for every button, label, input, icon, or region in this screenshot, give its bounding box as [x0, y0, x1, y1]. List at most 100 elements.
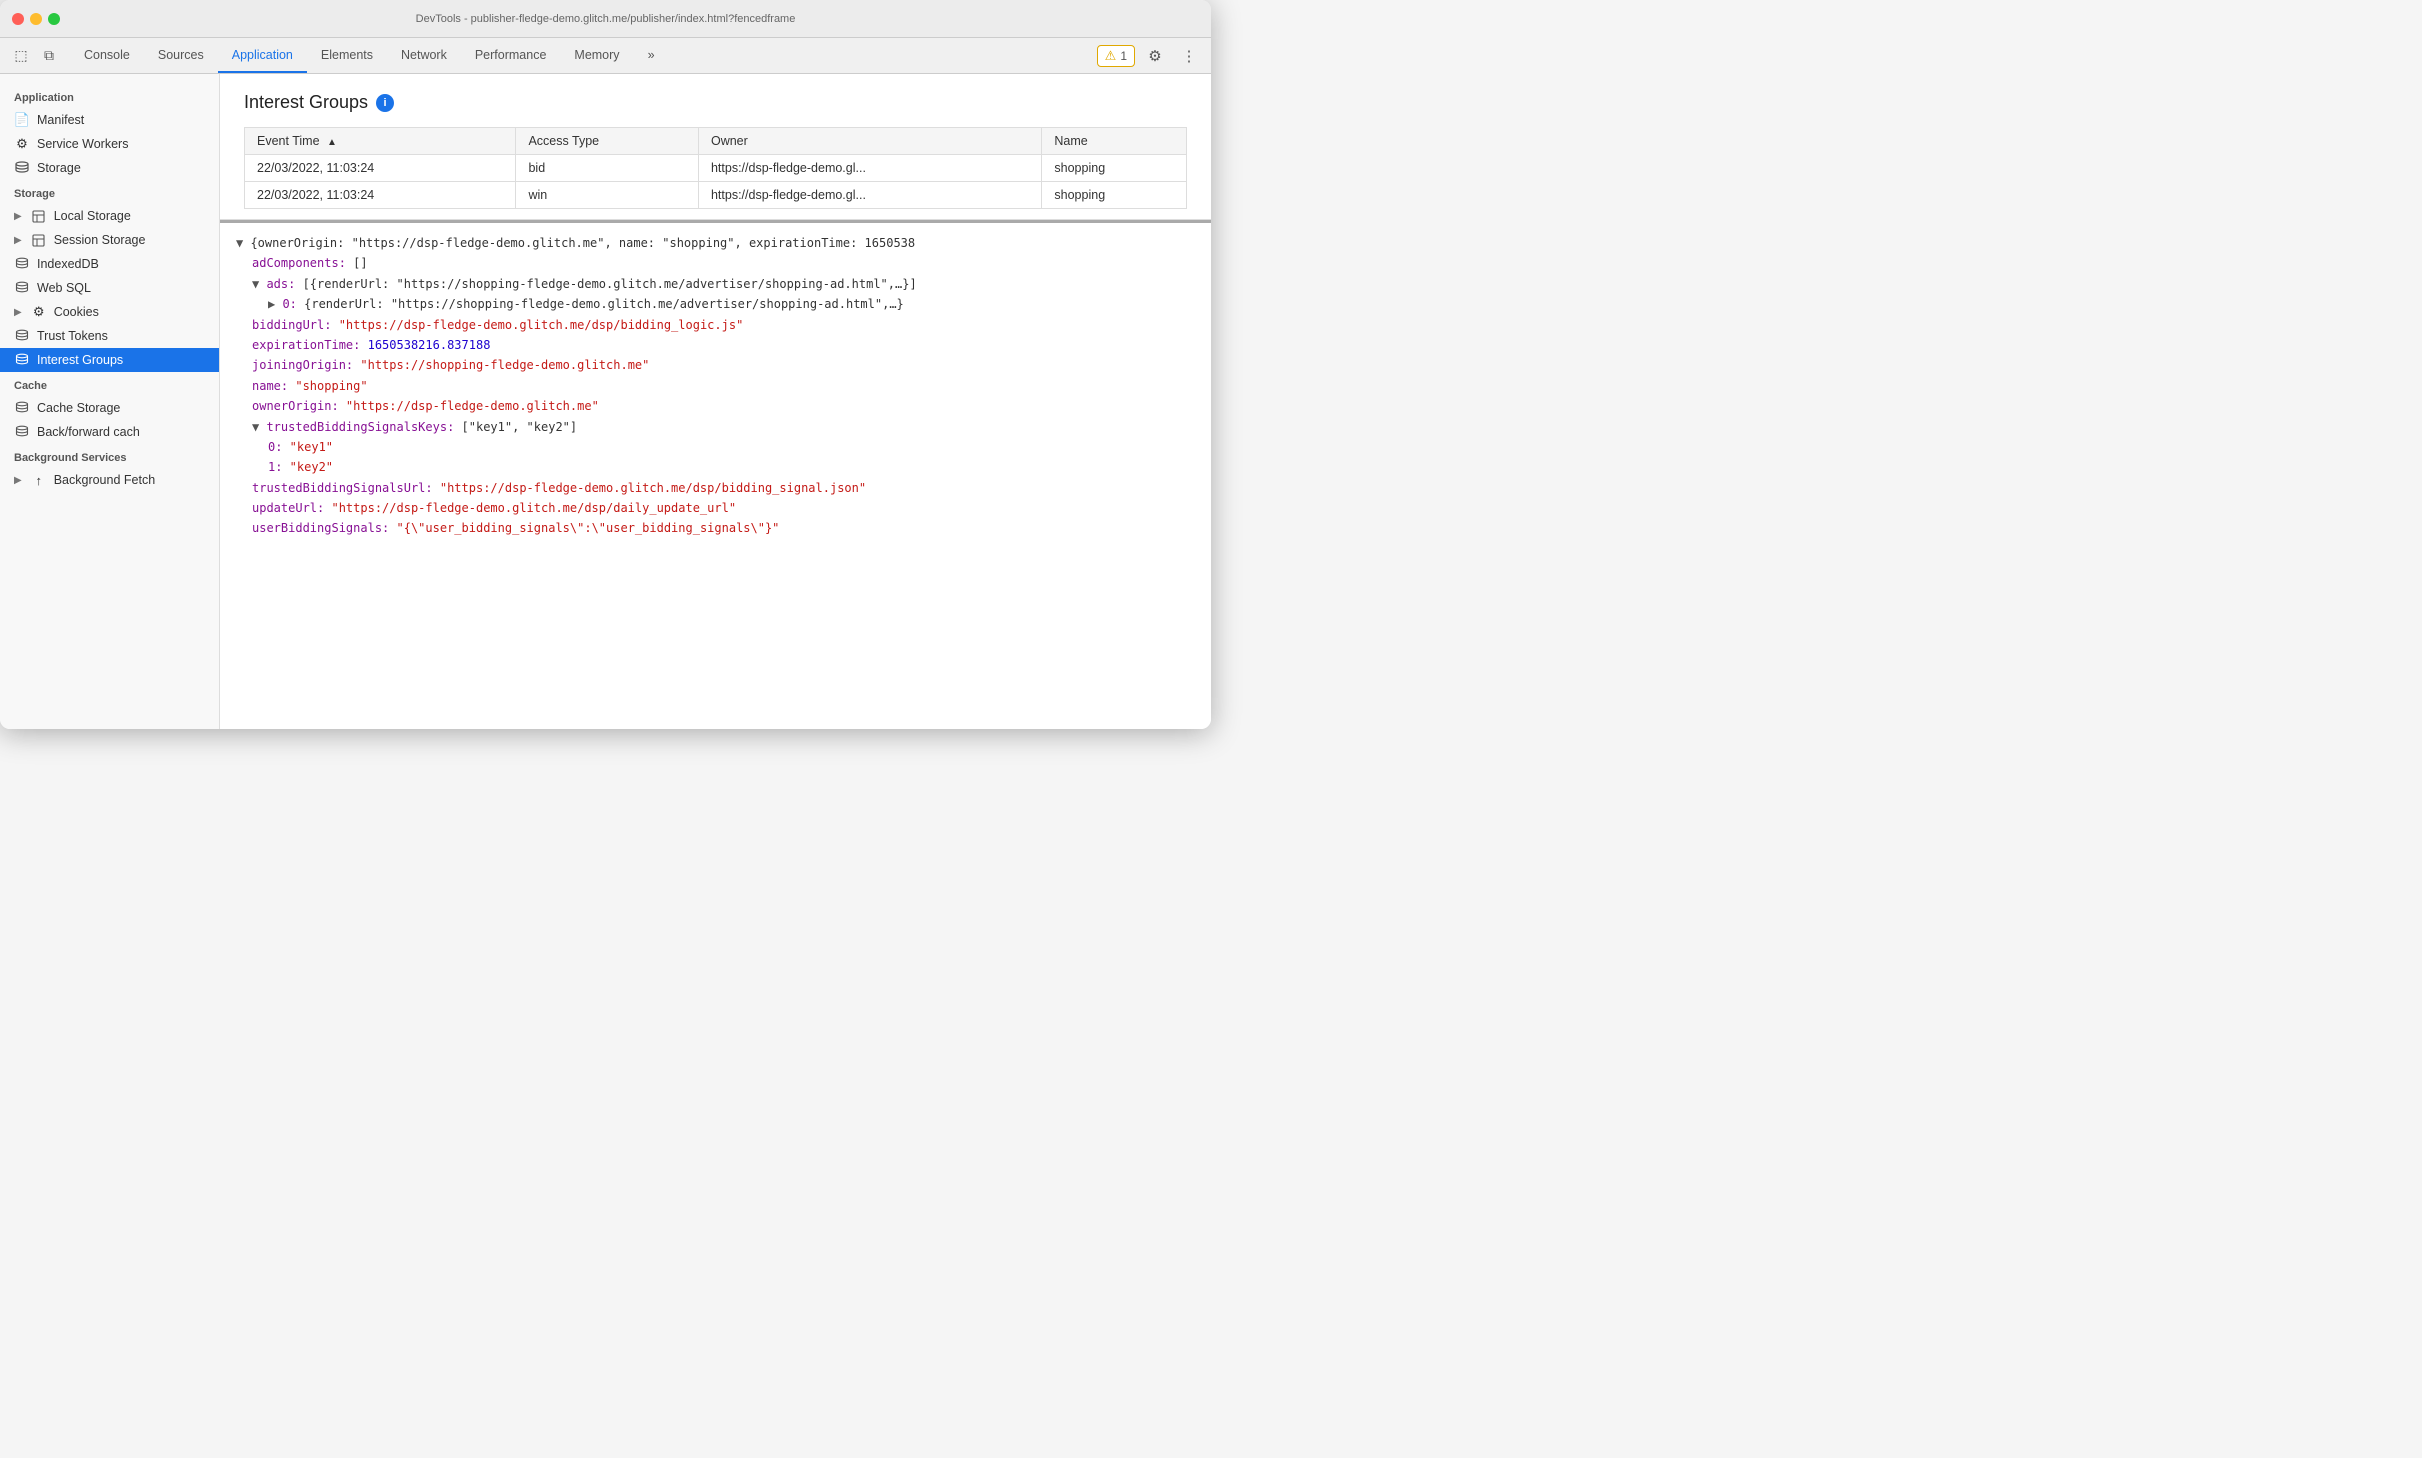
detail-line-3: ▶ 0: {renderUrl: "https://shopping-fledg… — [236, 294, 1195, 314]
traffic-lights — [12, 13, 60, 25]
tab-sources[interactable]: Sources — [144, 38, 218, 73]
sidebar-item-interest-groups[interactable]: Interest Groups — [0, 348, 219, 372]
sidebar-item-back-forward-cache[interactable]: Back/forward cach — [0, 420, 219, 444]
background-fetch-icon: ↑ — [31, 472, 47, 488]
detail-line-9: ▼ trustedBiddingSignalsKeys: ["key1", "k… — [236, 417, 1195, 437]
sidebar: Application 📄 Manifest ⚙ Service Workers… — [0, 74, 220, 729]
sidebar-label-service-workers: Service Workers — [37, 137, 128, 151]
cell-name: shopping — [1042, 182, 1187, 209]
local-storage-icon — [31, 208, 47, 224]
background-fetch-arrow: ▶ — [14, 475, 22, 486]
sidebar-item-local-storage[interactable]: ▶ Local Storage — [0, 204, 219, 228]
sidebar-item-trust-tokens[interactable]: Trust Tokens — [0, 324, 219, 348]
tab-network[interactable]: Network — [387, 38, 461, 73]
sidebar-section-storage: Storage — [0, 180, 219, 204]
cell-event_time: 22/03/2022, 11:03:24 — [245, 155, 516, 182]
col-event-time-label: Event Time — [257, 134, 320, 148]
sidebar-label-background-fetch: Background Fetch — [54, 473, 155, 487]
titlebar: DevTools - publisher-fledge-demo.glitch.… — [0, 0, 1211, 38]
cache-storage-icon — [14, 400, 30, 416]
col-access-type[interactable]: Access Type — [516, 128, 699, 155]
back-forward-cache-icon — [14, 424, 30, 440]
detail-line-11: 1: "key2" — [236, 457, 1195, 477]
cell-owner: https://dsp-fledge-demo.gl... — [698, 182, 1041, 209]
col-event-time[interactable]: Event Time ▲ — [245, 128, 516, 155]
sidebar-label-back-forward-cache: Back/forward cach — [37, 425, 140, 439]
tab-more[interactable]: » — [634, 38, 669, 73]
tab-performance[interactable]: Performance — [461, 38, 561, 73]
content-area: Interest Groups i Event Time ▲ — [220, 74, 1211, 729]
detail-line-0: ▼ {ownerOrigin: "https://dsp-fledge-demo… — [236, 233, 1195, 253]
sidebar-item-storage[interactable]: Storage — [0, 156, 219, 180]
warning-icon: ⚠ — [1105, 48, 1117, 64]
detail-line-1: adComponents: [] — [236, 253, 1195, 273]
sidebar-item-indexeddb[interactable]: IndexedDB — [0, 252, 219, 276]
sidebar-label-indexeddb: IndexedDB — [37, 257, 99, 271]
col-name[interactable]: Name — [1042, 128, 1187, 155]
detail-line-6: joiningOrigin: "https://shopping-fledge-… — [236, 355, 1195, 375]
info-icon[interactable]: i — [376, 94, 394, 112]
sidebar-item-service-workers[interactable]: ⚙ Service Workers — [0, 132, 219, 156]
more-options-button[interactable]: ⋮ — [1175, 42, 1203, 70]
detail-line-13: updateUrl: "https://dsp-fledge-demo.glit… — [236, 498, 1195, 518]
sidebar-item-background-fetch[interactable]: ▶ ↑ Background Fetch — [0, 468, 219, 492]
interest-groups-icon — [14, 352, 30, 368]
col-owner-label: Owner — [711, 134, 748, 148]
sidebar-label-session-storage: Session Storage — [54, 233, 146, 247]
table-row[interactable]: 22/03/2022, 11:03:24bidhttps://dsp-fledg… — [245, 155, 1187, 182]
storage-icon — [14, 160, 30, 176]
maximize-button[interactable] — [48, 13, 60, 25]
content-top: Interest Groups i Event Time ▲ — [220, 74, 1211, 220]
cell-event_time: 22/03/2022, 11:03:24 — [245, 182, 516, 209]
device-icon[interactable]: ⧉ — [36, 43, 62, 69]
detail-panel[interactable]: ▼ {ownerOrigin: "https://dsp-fledge-demo… — [220, 220, 1211, 729]
tab-elements[interactable]: Elements — [307, 38, 387, 73]
tab-memory[interactable]: Memory — [560, 38, 633, 73]
warning-badge[interactable]: ⚠ 1 — [1097, 45, 1135, 67]
sidebar-section-cache: Cache — [0, 372, 219, 396]
sidebar-section-application: Application — [0, 84, 219, 108]
close-button[interactable] — [12, 13, 24, 25]
detail-line-10: 0: "key1" — [236, 437, 1195, 457]
sidebar-item-session-storage[interactable]: ▶ Session Storage — [0, 228, 219, 252]
detail-line-4: biddingUrl: "https://dsp-fledge-demo.gli… — [236, 315, 1195, 335]
sidebar-label-manifest: Manifest — [37, 113, 84, 127]
local-storage-arrow: ▶ — [14, 211, 22, 222]
minimize-button[interactable] — [30, 13, 42, 25]
window-title: DevTools - publisher-fledge-demo.glitch.… — [416, 13, 796, 25]
detail-line-5: expirationTime: 1650538216.837188 — [236, 335, 1195, 355]
settings-button[interactable]: ⚙ — [1141, 42, 1169, 70]
page-title: Interest Groups — [244, 92, 368, 113]
sidebar-item-cache-storage[interactable]: Cache Storage — [0, 396, 219, 420]
session-storage-icon — [31, 232, 47, 248]
tab-application[interactable]: Application — [218, 38, 307, 73]
tab-console[interactable]: Console — [70, 38, 144, 73]
cell-access_type: win — [516, 182, 699, 209]
sidebar-label-cookies: Cookies — [54, 305, 99, 319]
indexeddb-icon — [14, 256, 30, 272]
detail-line-14: userBiddingSignals: "{\"user_bidding_sig… — [236, 518, 1195, 538]
sidebar-item-web-sql[interactable]: Web SQL — [0, 276, 219, 300]
table-row[interactable]: 22/03/2022, 11:03:24winhttps://dsp-fledg… — [245, 182, 1187, 209]
sidebar-section-background: Background Services — [0, 444, 219, 468]
trust-tokens-icon — [14, 328, 30, 344]
service-workers-icon: ⚙ — [14, 136, 30, 152]
sidebar-label-local-storage: Local Storage — [54, 209, 131, 223]
sort-arrow-icon: ▲ — [327, 137, 337, 148]
sidebar-item-cookies[interactable]: ▶ ⚙ Cookies — [0, 300, 219, 324]
cell-access_type: bid — [516, 155, 699, 182]
cursor-icon[interactable]: ⬚ — [8, 43, 34, 69]
sidebar-label-web-sql: Web SQL — [37, 281, 91, 295]
sidebar-item-manifest[interactable]: 📄 Manifest — [0, 108, 219, 132]
toolbar-icons: ⬚ ⧉ — [8, 43, 62, 69]
table-wrapper: Event Time ▲ Access Type Owner — [244, 127, 1187, 209]
detail-line-8: ownerOrigin: "https://dsp-fledge-demo.gl… — [236, 396, 1195, 416]
manifest-icon: 📄 — [14, 112, 30, 128]
col-access-type-label: Access Type — [528, 134, 599, 148]
sidebar-label-trust-tokens: Trust Tokens — [37, 329, 108, 343]
detail-line-12: trustedBiddingSignalsUrl: "https://dsp-f… — [236, 478, 1195, 498]
cell-owner: https://dsp-fledge-demo.gl... — [698, 155, 1041, 182]
cookies-arrow: ▶ — [14, 307, 22, 318]
warning-count: 1 — [1120, 49, 1127, 63]
col-owner[interactable]: Owner — [698, 128, 1041, 155]
